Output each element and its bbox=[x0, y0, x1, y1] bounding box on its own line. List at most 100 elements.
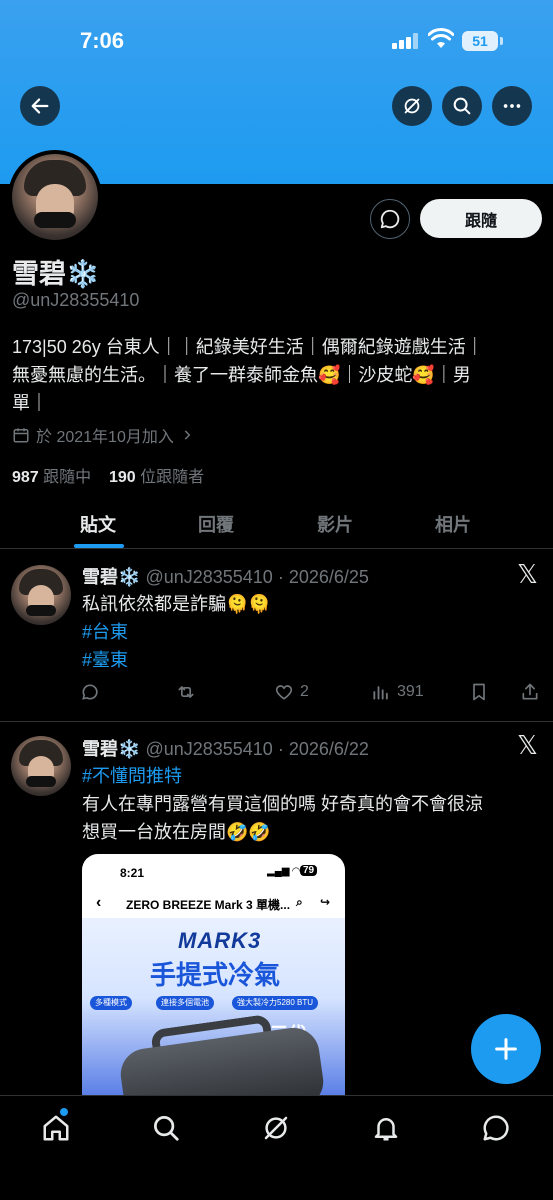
hashtag-link[interactable]: #台東 bbox=[82, 618, 542, 646]
embed-status-bar: 8:21 ▂▄▆ ◠ 79 bbox=[82, 854, 345, 888]
more-button[interactable] bbox=[492, 86, 532, 126]
nav-messages[interactable] bbox=[481, 1113, 511, 1143]
message-button[interactable] bbox=[370, 199, 410, 239]
post-line: 有人在專門露營有買這個的嗎 好奇真的會不會很涼 bbox=[82, 794, 483, 814]
nav-notifications[interactable] bbox=[371, 1113, 401, 1143]
post-header: 雪碧❄️ @unJ28355410 · 2026/6/22 bbox=[82, 735, 369, 761]
x-logo-icon: 𝕏 bbox=[517, 731, 538, 761]
signal-icon bbox=[392, 33, 420, 49]
compose-button[interactable] bbox=[471, 1014, 541, 1084]
views-icon bbox=[373, 686, 388, 700]
grok-button[interactable] bbox=[392, 86, 432, 126]
nav-search[interactable] bbox=[151, 1113, 181, 1143]
post-text: 私訊依然都是詐騙🫠🫠 #台東 #臺東 bbox=[82, 590, 542, 674]
reply-button[interactable] bbox=[80, 682, 100, 702]
joined-text: 於 2021年10月加入 bbox=[36, 429, 174, 446]
tab-posts[interactable]: 貼文 bbox=[80, 511, 116, 537]
grok-icon bbox=[404, 98, 420, 114]
post-header: 雪碧❄️ @unJ28355410 · 2026/6/25 bbox=[82, 563, 369, 589]
follow-stats: 987 跟隨中 190 位跟隨者 bbox=[12, 463, 204, 487]
tab-replies[interactable]: 回覆 bbox=[198, 511, 234, 537]
like-button[interactable]: 2 bbox=[274, 682, 309, 702]
hashtag-link[interactable]: #不懂問推特 bbox=[82, 762, 542, 790]
x-logo-icon: 𝕏 bbox=[517, 560, 538, 590]
more-icon bbox=[503, 104, 521, 108]
embed-time: 8:21 bbox=[120, 866, 145, 880]
post-author[interactable]: 雪碧❄️ bbox=[82, 567, 140, 587]
followers-link[interactable]: 190 位跟隨者 bbox=[109, 469, 204, 486]
joined-date[interactable]: 於 2021年10月加入 bbox=[12, 423, 194, 447]
search-button[interactable] bbox=[442, 86, 482, 126]
bookmark-icon bbox=[473, 683, 485, 701]
embed-signal-icon: ▂▄▆ ◠ bbox=[267, 866, 300, 877]
post-actions: 2 391 bbox=[80, 682, 542, 706]
status-bar: 7:06 51 bbox=[0, 0, 553, 80]
hashtag-link[interactable]: #臺東 bbox=[82, 646, 542, 674]
active-tab-indicator bbox=[74, 544, 124, 548]
nav-grok[interactable] bbox=[261, 1113, 291, 1143]
following-count: 987 bbox=[12, 469, 39, 486]
embed-title: ZERO BREEZE Mark 3 單機... bbox=[126, 898, 291, 912]
display-name: 雪碧❄️ bbox=[12, 259, 100, 289]
bottom-nav bbox=[0, 1095, 553, 1200]
search-icon bbox=[453, 97, 471, 115]
plus-icon bbox=[495, 1038, 517, 1060]
embed-feature-pill: 強大製冷力5280 BTU bbox=[232, 996, 319, 1010]
post-avatar[interactable] bbox=[11, 565, 71, 625]
post-meta: @unJ28355410 · 2026/6/22 bbox=[145, 739, 369, 759]
following-link[interactable]: 987 跟隨中 bbox=[12, 469, 91, 486]
calendar-icon bbox=[13, 428, 29, 443]
message-icon bbox=[483, 1115, 509, 1141]
search-icon bbox=[154, 1116, 179, 1141]
profile-avatar[interactable] bbox=[8, 150, 102, 244]
embed-battery: 79 bbox=[300, 865, 318, 876]
bio-line: 單｜ bbox=[12, 393, 48, 413]
post-line: 想買一台放在房間🤣🤣 bbox=[82, 822, 271, 842]
bio-line: 173|50 26y 台東人｜｜紀錄美好生活｜偶爾紀錄遊戲生活｜ bbox=[12, 337, 484, 357]
grok-icon bbox=[264, 1116, 288, 1140]
notification-dot bbox=[60, 1108, 68, 1116]
repost-button[interactable] bbox=[176, 682, 196, 702]
followers-label: 位跟隨者 bbox=[140, 469, 205, 486]
post-line: 私訊依然都是詐騙🫠🫠 bbox=[82, 594, 271, 614]
message-icon bbox=[380, 209, 400, 229]
embed-feature-pill: 連接多個電池 bbox=[156, 996, 214, 1010]
profile-bio: 173|50 26y 台東人｜｜紀錄美好生活｜偶爾紀錄遊戲生活｜ 無憂無慮的生活… bbox=[12, 333, 542, 417]
view-count: 391 bbox=[397, 683, 424, 700]
post-avatar[interactable] bbox=[11, 736, 71, 796]
battery-icon: 51 bbox=[462, 31, 503, 51]
reply-icon bbox=[82, 684, 98, 700]
profile-tabs: 貼文 回覆 影片 相片 bbox=[0, 497, 553, 549]
wifi-icon bbox=[428, 28, 454, 48]
like-count: 2 bbox=[300, 683, 309, 700]
nav-home[interactable] bbox=[41, 1113, 71, 1143]
post-author[interactable]: 雪碧❄️ bbox=[82, 739, 140, 759]
arrow-left-icon bbox=[31, 98, 49, 114]
home-icon bbox=[43, 1115, 69, 1141]
share-button[interactable] bbox=[520, 682, 540, 702]
heart-icon bbox=[275, 685, 293, 700]
embed-brand: MARK3 bbox=[178, 928, 262, 953]
post-divider bbox=[0, 721, 553, 722]
repost-icon bbox=[178, 686, 194, 698]
share-icon bbox=[522, 683, 538, 700]
post-text: #不懂問推特 有人在專門露營有買這個的嗎 好奇真的會不會很涼 想買一台放在房間🤣… bbox=[82, 762, 542, 846]
embed-share-icon: ↪ bbox=[320, 895, 331, 909]
profile-handle: @unJ28355410 bbox=[12, 290, 140, 310]
bell-icon bbox=[374, 1118, 398, 1141]
bio-line: 無憂無慮的生活。｜養了一群泰師金魚🥰｜沙皮蛇🥰｜男 bbox=[12, 365, 471, 385]
bookmark-button[interactable] bbox=[469, 682, 489, 702]
tab-photos[interactable]: 相片 bbox=[435, 511, 471, 537]
views-button[interactable]: 391 bbox=[371, 682, 424, 702]
status-time: 7:06 bbox=[80, 28, 125, 53]
chevron-right-icon bbox=[184, 430, 191, 440]
post-media-image[interactable]: 8:21 ▂▄▆ ◠ 79 ‹ ZERO BREEZE Mark 3 單機...… bbox=[82, 854, 345, 1095]
embed-headline: 手提式冷氣 bbox=[150, 960, 281, 990]
embed-product-banner: MARK3 手提式冷氣 多種模式 連接多個電池 強大製冷力5280 BTU 三代 bbox=[82, 918, 345, 1095]
embed-back-icon: ‹ bbox=[96, 894, 102, 911]
following-label: 跟隨中 bbox=[43, 469, 92, 486]
follow-button[interactable]: 跟隨 bbox=[420, 199, 542, 238]
tab-videos[interactable]: 影片 bbox=[317, 511, 353, 537]
embed-feature-pill: 多種模式 bbox=[90, 996, 132, 1010]
back-button[interactable] bbox=[20, 86, 60, 126]
